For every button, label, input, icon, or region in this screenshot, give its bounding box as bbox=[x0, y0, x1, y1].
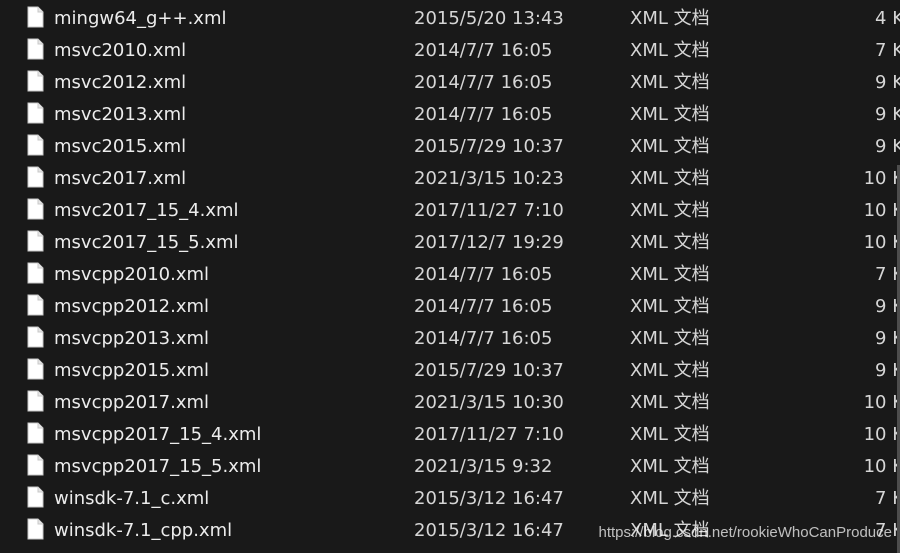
file-size: 10 K bbox=[863, 200, 900, 221]
file-list: mingw64_g++.xml 2015/5/20 13:43 XML 文档 4 Km… bbox=[0, 3, 900, 547]
file-type: XML 文档 bbox=[630, 200, 710, 221]
file-name: msvcpp2015.xml bbox=[54, 360, 210, 381]
file-type: XML 文档 bbox=[630, 264, 710, 285]
file-row[interactable]: msvc2017_15_5.xml 2017/12/7 19:29 XML 文档 10… bbox=[0, 227, 900, 259]
file-name: msvc2017_15_5.xml bbox=[54, 232, 239, 253]
file-type: XML 文档 bbox=[630, 392, 710, 413]
file-icon bbox=[27, 294, 44, 316]
file-size: 10 K bbox=[863, 232, 900, 253]
file-row[interactable]: msvcpp2012.xml2014/7/7 16:05XML 文档9 K bbox=[0, 291, 900, 323]
file-modified-date: 2014/7/7 16:05 bbox=[414, 40, 553, 61]
file-icon bbox=[27, 454, 44, 476]
file-type: XML 文档 bbox=[630, 456, 710, 477]
file-row[interactable]: msvc2010.xml 2014/7/7 16:05 XML 文档 7 K bbox=[0, 35, 900, 67]
file-modified-date: 2021/3/15 10:23 bbox=[414, 168, 564, 189]
file-modified-date: 2015/5/20 13:43 bbox=[414, 8, 564, 29]
file-type: XML 文档 bbox=[630, 296, 710, 317]
file-name: msvcpp2012.xml bbox=[54, 296, 210, 317]
file-modified-date: 2017/12/7 19:29 bbox=[414, 232, 564, 253]
file-row[interactable]: msvcpp2017_15_4.xml 2017/11/27 7:10 XML 文档… bbox=[0, 419, 900, 451]
file-modified-date: 2021/3/15 10:30 bbox=[414, 392, 564, 413]
file-type: XML 文档 bbox=[630, 104, 710, 125]
file-name: msvcpp2017.xml bbox=[54, 392, 210, 413]
file-type: XML 文档 bbox=[630, 136, 710, 157]
file-name: msvc2015.xml bbox=[54, 136, 187, 157]
file-row[interactable]: msvc2013.xml 2014/7/7 16:05 XML 文档 9 K bbox=[0, 99, 900, 131]
file-size: 10 K bbox=[863, 168, 900, 189]
file-name: mingw64_g++.xml bbox=[54, 8, 227, 29]
file-row[interactable]: msvc2015.xml 2015/7/29 10:37 XML 文档 9 K bbox=[0, 131, 900, 163]
file-type: XML 文档 bbox=[630, 8, 710, 29]
file-type: XML 文档 bbox=[630, 168, 710, 189]
file-modified-date: 2015/7/29 10:37 bbox=[414, 136, 564, 157]
file-type: XML 文档 bbox=[630, 360, 710, 381]
file-name: msvc2017.xml bbox=[54, 168, 187, 189]
file-row[interactable]: mingw64_g++.xml 2015/5/20 13:43 XML 文档 4 K bbox=[0, 3, 900, 35]
file-type: XML 文档 bbox=[630, 424, 710, 445]
file-row[interactable]: msvc2012.xml 2014/7/7 16:05 XML 文档 9 K bbox=[0, 67, 900, 99]
file-icon bbox=[27, 518, 44, 540]
file-icon bbox=[27, 38, 44, 60]
file-icon bbox=[27, 102, 44, 124]
file-icon bbox=[27, 70, 44, 92]
vertical-scrollbar[interactable] bbox=[896, 0, 900, 553]
file-size: 10 K bbox=[863, 392, 900, 413]
file-type: XML 文档 bbox=[630, 520, 710, 541]
file-name: msvc2010.xml bbox=[54, 40, 187, 61]
file-icon bbox=[27, 230, 44, 252]
file-icon bbox=[27, 358, 44, 380]
file-modified-date: 2014/7/7 16:05 bbox=[414, 72, 553, 93]
file-icon bbox=[27, 422, 44, 444]
file-modified-date: 2015/3/12 16:47 bbox=[414, 520, 564, 541]
file-icon bbox=[27, 166, 44, 188]
file-type: XML 文档 bbox=[630, 328, 710, 349]
file-name: msvcpp2017_15_5.xml bbox=[54, 456, 262, 477]
file-size: 10 K bbox=[863, 424, 900, 445]
file-modified-date: 2014/7/7 16:05 bbox=[414, 328, 553, 349]
file-row[interactable]: winsdk-7.1_cpp.xml 2015/3/12 16:47 XML 文档 7… bbox=[0, 515, 900, 547]
file-type: XML 文档 bbox=[630, 488, 710, 509]
file-icon bbox=[27, 6, 44, 28]
file-row[interactable]: msvc2017.xml 2021/3/15 10:23 XML 文档 10 K bbox=[0, 163, 900, 195]
file-modified-date: 2014/7/7 16:05 bbox=[414, 296, 553, 317]
file-modified-date: 2014/7/7 16:05 bbox=[414, 264, 553, 285]
file-modified-date: 2017/11/27 7:10 bbox=[414, 200, 564, 221]
file-icon bbox=[27, 262, 44, 284]
file-name: msvc2013.xml bbox=[54, 104, 187, 125]
file-row[interactable]: msvc2017_15_4.xml 2017/11/27 7:10 XML 文档 10… bbox=[0, 195, 900, 227]
file-modified-date: 2015/7/29 10:37 bbox=[414, 360, 564, 381]
file-row[interactable]: msvcpp2017_15_5.xml 2021/3/15 9:32 XML 文档 1… bbox=[0, 451, 900, 483]
file-type: XML 文档 bbox=[630, 72, 710, 93]
file-icon bbox=[27, 390, 44, 412]
file-row[interactable]: msvcpp2013.xml2014/7/7 16:05XML 文档9 K bbox=[0, 323, 900, 355]
file-name: winsdk-7.1_c.xml bbox=[54, 488, 210, 509]
file-icon bbox=[27, 134, 44, 156]
file-type: XML 文档 bbox=[630, 40, 710, 61]
file-row[interactable]: msvcpp2015.xml2015/7/29 10:37XML 文档9 K bbox=[0, 355, 900, 387]
file-row[interactable]: msvcpp2017.xml 2021/3/15 10:30 XML 文档 10 K bbox=[0, 387, 900, 419]
file-icon bbox=[27, 486, 44, 508]
file-name: msvcpp2017_15_4.xml bbox=[54, 424, 262, 445]
file-name: msvc2012.xml bbox=[54, 72, 187, 93]
file-name: msvcpp2013.xml bbox=[54, 328, 210, 349]
file-row[interactable]: msvcpp2010.xml2014/7/7 16:05XML 文档7 K bbox=[0, 259, 900, 291]
file-modified-date: 2014/7/7 16:05 bbox=[414, 104, 553, 125]
file-size: 10 K bbox=[863, 456, 900, 477]
file-modified-date: 2015/3/12 16:47 bbox=[414, 488, 564, 509]
file-modified-date: 2021/3/15 9:32 bbox=[414, 456, 553, 477]
file-name: winsdk-7.1_cpp.xml bbox=[54, 520, 233, 541]
file-name: msvcpp2010.xml bbox=[54, 264, 210, 285]
file-row[interactable]: winsdk-7.1_c.xml2015/3/12 16:47XML 文档7 K bbox=[0, 483, 900, 515]
file-modified-date: 2017/11/27 7:10 bbox=[414, 424, 564, 445]
file-icon bbox=[27, 198, 44, 220]
file-type: XML 文档 bbox=[630, 232, 710, 253]
file-icon bbox=[27, 326, 44, 348]
file-name: msvc2017_15_4.xml bbox=[54, 200, 239, 221]
